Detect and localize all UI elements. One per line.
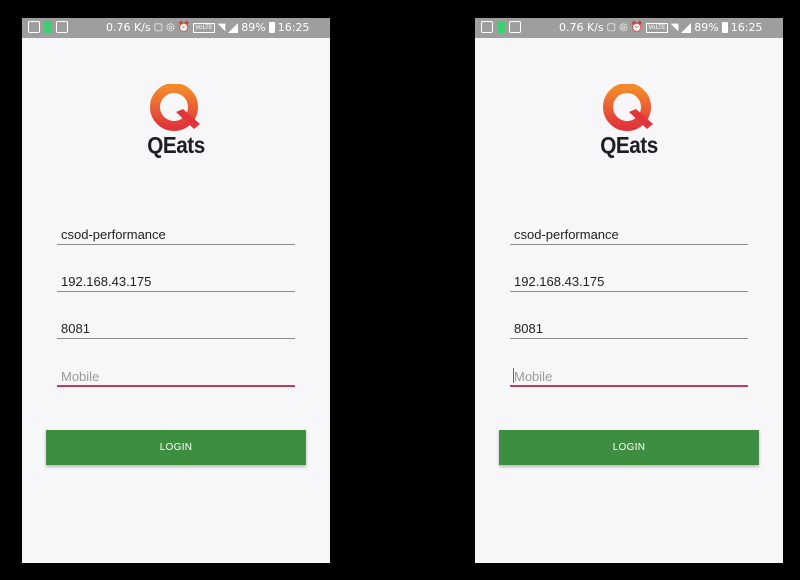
ip-address-field[interactable]: 192.168.43.175 [510, 267, 748, 292]
cast-icon: ▢ [606, 22, 617, 33]
signal-icon [681, 22, 692, 33]
app-name: QEats [147, 132, 205, 158]
mobile-placeholder: Mobile [61, 369, 100, 384]
wifi-icon: ◥ [217, 22, 226, 33]
mobile-field[interactable]: Mobile [510, 361, 748, 387]
cast-icon: ▢ [153, 22, 164, 33]
volte-icon: VoLTE [646, 22, 668, 33]
ip-address-value: 192.168.43.175 [61, 274, 152, 289]
battery-saver-icon [44, 21, 52, 33]
ip-address-value: 192.168.43.175 [514, 274, 605, 289]
app-logo: QEats [22, 84, 330, 159]
gallery-icon [28, 21, 40, 33]
status-bar: 0.76 K/s ▢ ◎ ⏰ VoLTE ◥ 89% 16:25 [475, 18, 783, 38]
port-value: 8081 [61, 321, 90, 336]
login-button[interactable]: LOGIN [499, 430, 759, 465]
signal-icon [228, 22, 239, 33]
battery-percent: 89% [241, 21, 266, 34]
battery-icon [721, 22, 728, 33]
phone-screen-right: 0.76 K/s ▢ ◎ ⏰ VoLTE ◥ 89% 16:25 QEats c… [475, 18, 783, 563]
mobile-placeholder: Mobile [514, 369, 553, 384]
qeats-logo-icon [603, 84, 653, 131]
port-value: 8081 [514, 321, 543, 336]
hotspot-icon: ◎ [619, 22, 628, 33]
battery-icon [268, 22, 275, 33]
username-field[interactable]: csod-performance [57, 220, 295, 245]
status-bar: 0.76 K/s ▢ ◎ ⏰ VoLTE ◥ 89% 16:25 [22, 18, 330, 38]
alarm-icon: ⏰ [630, 22, 644, 33]
battery-saver-icon [497, 21, 505, 33]
image-icon [509, 21, 521, 33]
clock: 16:25 [277, 21, 310, 34]
volte-icon: VoLTE [193, 22, 215, 33]
wifi-icon: ◥ [670, 22, 679, 33]
ip-address-field[interactable]: 192.168.43.175 [57, 267, 295, 292]
username-value: csod-performance [514, 227, 619, 242]
app-name: QEats [600, 132, 658, 158]
app-logo: QEats [475, 84, 783, 159]
username-value: csod-performance [61, 227, 166, 242]
network-speed: 0.76 K/s [559, 21, 604, 34]
battery-percent: 89% [694, 21, 719, 34]
alarm-icon: ⏰ [177, 22, 191, 33]
phone-screen-left: 0.76 K/s ▢ ◎ ⏰ VoLTE ◥ 89% 16:25 QEats c… [22, 18, 330, 563]
qeats-logo-icon [150, 84, 200, 131]
hotspot-icon: ◎ [166, 22, 175, 33]
port-field[interactable]: 8081 [510, 314, 748, 339]
image-icon [56, 21, 68, 33]
username-field[interactable]: csod-performance [510, 220, 748, 245]
login-button[interactable]: LOGIN [46, 430, 306, 465]
port-field[interactable]: 8081 [57, 314, 295, 339]
network-speed: 0.76 K/s [106, 21, 151, 34]
mobile-field[interactable]: Mobile [57, 361, 295, 387]
gallery-icon [481, 21, 493, 33]
clock: 16:25 [730, 21, 763, 34]
